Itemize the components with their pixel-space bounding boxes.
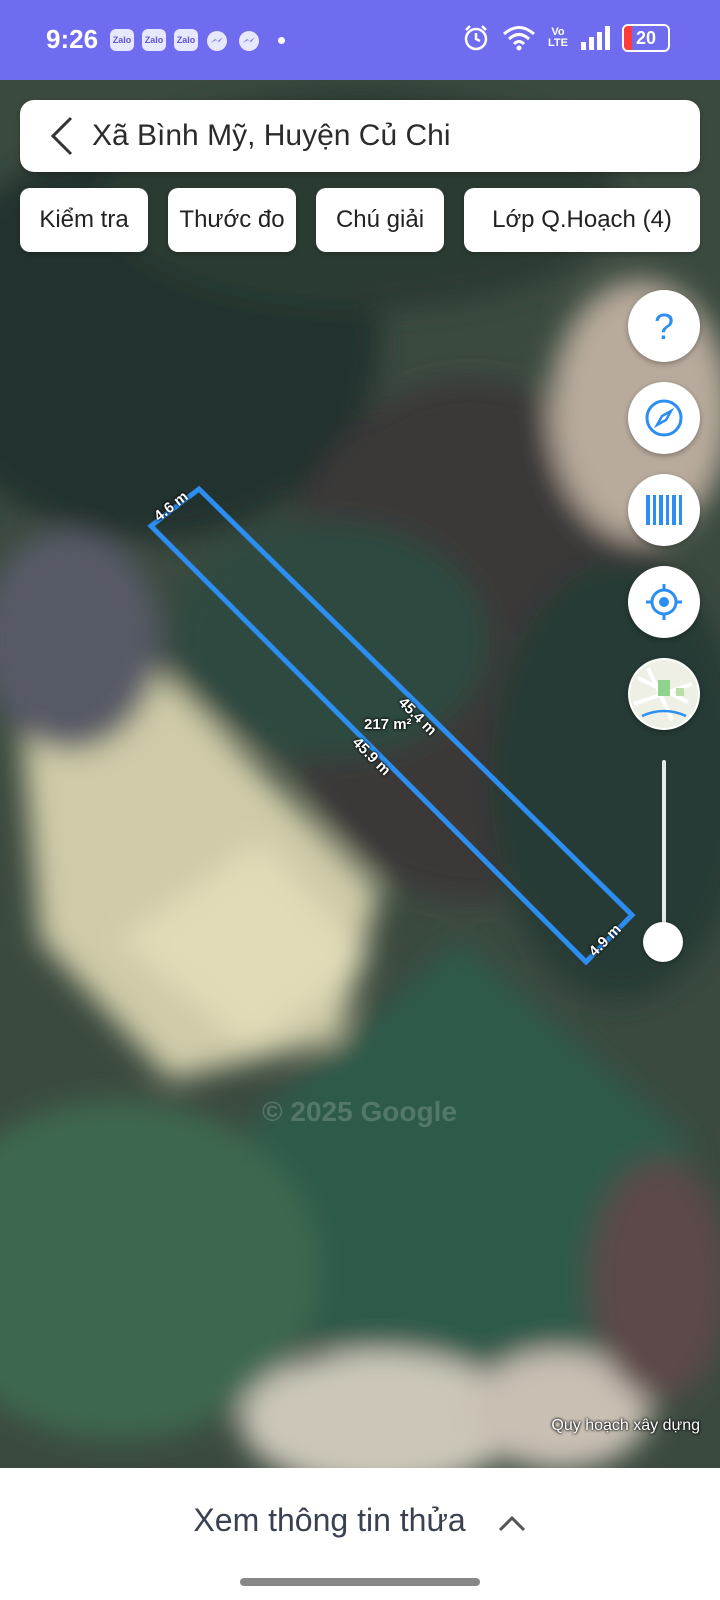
parcel-info-label: Xem thông tin thửa <box>193 1502 466 1538</box>
barcode-icon <box>646 495 682 525</box>
zalo-notification-icon: Zalo <box>142 29 166 51</box>
planning-layers-button[interactable]: Lớp Q.Hoạch (4) <box>464 188 700 252</box>
satellite-imagery <box>0 80 720 1468</box>
gesture-nav-bar[interactable] <box>240 1578 480 1586</box>
svg-text:?: ? <box>654 308 674 344</box>
zoom-slider-handle[interactable] <box>643 922 683 962</box>
question-icon: ? <box>654 308 674 344</box>
map-thumbnail-icon <box>630 660 698 728</box>
more-notifications-dot <box>278 37 285 44</box>
wifi-icon <box>503 26 536 51</box>
location-title: Xã Bình Mỹ, Huyện Củ Chi <box>92 119 451 152</box>
check-button[interactable]: Kiểm tra <box>20 188 148 252</box>
parcel-area-label: 217 m² <box>364 716 412 733</box>
zalo-notification-icon: Zalo <box>110 29 134 51</box>
satellite-map[interactable]: 4.6 m 45.4 m 217 m² 45.9 m 4.9 m <box>0 80 720 1468</box>
volte-indicator: Vo LTE <box>548 26 568 49</box>
back-button[interactable] <box>32 100 92 172</box>
compass-icon <box>645 399 683 437</box>
barcode-button[interactable] <box>628 474 700 546</box>
map-attribution: Quy hoạch xây dựng <box>551 1417 700 1434</box>
chevron-up-icon <box>498 1515 525 1531</box>
chevron-left-icon <box>50 116 73 156</box>
location-bar[interactable]: Xã Bình Mỹ, Huyện Củ Chi <box>20 100 700 172</box>
help-button[interactable]: ? <box>628 290 700 362</box>
messenger-icon <box>239 31 259 51</box>
signal-icon <box>581 26 610 50</box>
battery-indicator: 20 <box>622 24 670 52</box>
ruler-button[interactable]: Thước đo <box>168 188 296 252</box>
map-type-button[interactable] <box>628 658 700 730</box>
crosshair-icon <box>646 584 682 620</box>
status-time: 9:26 <box>46 24 99 54</box>
map-watermark: © 2025 Google <box>262 1096 457 1127</box>
legend-button[interactable]: Chú giải <box>316 188 444 252</box>
status-bar: 9:26 Zalo Zalo Zalo Vo LTE 20 <box>0 0 720 80</box>
parcel-info-toggle[interactable]: Xem thông tin thửa <box>0 1502 720 1539</box>
zalo-notification-icon: Zalo <box>174 29 198 51</box>
my-location-button[interactable] <box>628 566 700 638</box>
compass-button[interactable] <box>628 382 700 454</box>
messenger-icon <box>207 31 227 51</box>
alarm-icon <box>464 25 488 51</box>
